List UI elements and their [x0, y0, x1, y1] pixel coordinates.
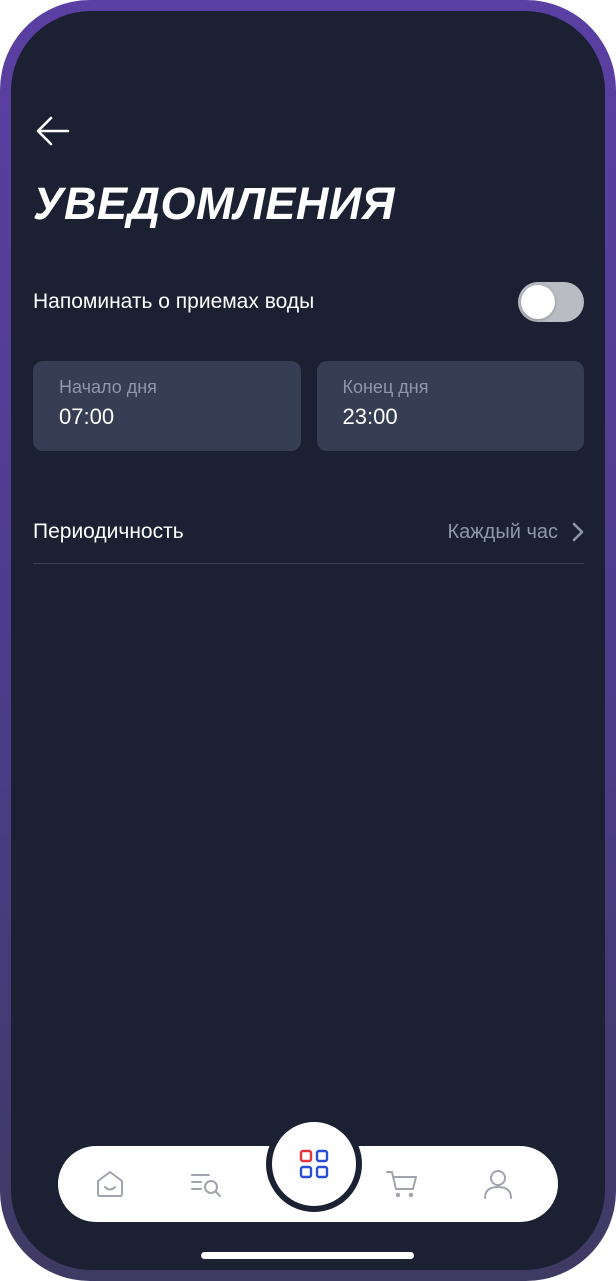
chevron-right-icon — [572, 522, 584, 542]
tab-cart[interactable] — [372, 1146, 432, 1222]
time-range: Начало дня 07:00 Конец дня 23:00 — [33, 361, 584, 451]
periodicity-value: Каждый час — [447, 520, 558, 543]
water-reminder-row: Напоминать о приемах воды — [33, 279, 584, 325]
arrow-left-icon — [36, 116, 70, 146]
page-title: УВЕДОМЛЕНИЯ — [33, 178, 396, 229]
device-frame: УВЕДОМЛЕНИЯ Напоминать о приемах воды На… — [0, 0, 616, 1281]
periodicity-row[interactable]: Периодичность Каждый час — [33, 501, 584, 564]
cart-icon — [386, 1171, 417, 1198]
screen: УВЕДОМЛЕНИЯ Напоминать о приемах воды На… — [11, 11, 605, 1270]
back-button[interactable] — [31, 109, 75, 153]
day-end-label: Конец дня — [342, 377, 429, 397]
search-list-icon — [191, 1174, 221, 1197]
grid-icon — [299, 1149, 329, 1179]
tab-catalog[interactable] — [266, 1116, 362, 1212]
periodicity-label: Периодичность — [33, 520, 184, 543]
water-reminder-label: Напоминать о приемах воды — [33, 290, 315, 313]
day-end-value: 23:00 — [342, 404, 398, 429]
tab-search[interactable] — [176, 1146, 236, 1222]
toggle-knob — [521, 285, 555, 319]
day-end-field[interactable]: Конец дня 23:00 — [316, 361, 584, 451]
day-start-value: 07:00 — [59, 404, 115, 429]
water-reminder-toggle[interactable] — [518, 282, 584, 322]
day-start-label: Начало дня — [59, 377, 157, 397]
periodicity-selection: Каждый час — [448, 521, 584, 544]
tab-home[interactable] — [80, 1146, 140, 1222]
home-indicator — [201, 1252, 414, 1259]
day-start-field[interactable]: Начало дня 07:00 — [33, 361, 301, 451]
tab-profile[interactable] — [468, 1146, 528, 1222]
user-icon — [484, 1170, 512, 1199]
home-icon — [97, 1171, 123, 1197]
